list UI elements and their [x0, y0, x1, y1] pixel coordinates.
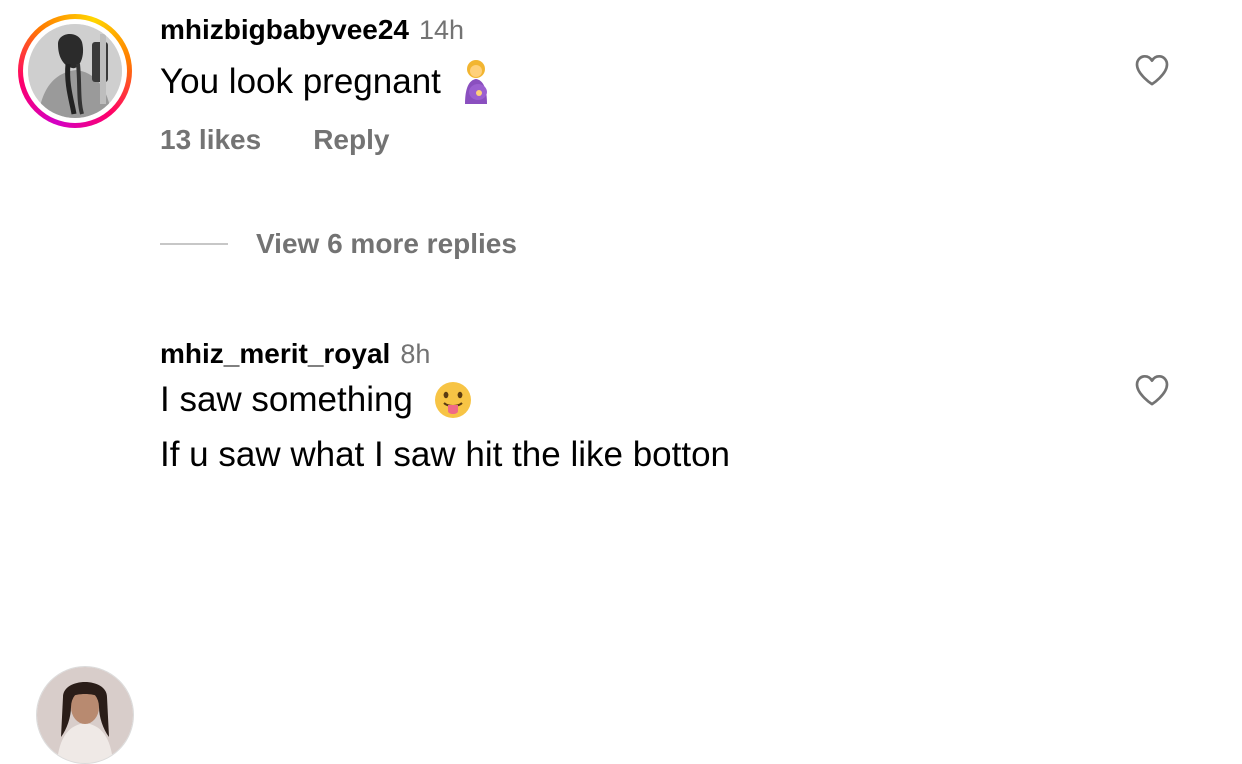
- timestamp: 8h: [400, 339, 431, 369]
- comment-text: You look pregnant: [160, 60, 491, 104]
- comment-text-content: I saw something: [160, 380, 413, 419]
- pregnant-woman-emoji: [464, 60, 487, 104]
- view-more-replies[interactable]: View 6 more replies: [160, 228, 517, 260]
- comment-item: mhizbigbabyvee24 14h You look pregnant 1…: [0, 0, 1242, 200]
- avatar[interactable]: [36, 666, 134, 764]
- heart-icon[interactable]: [1132, 50, 1172, 90]
- comment-text-content: If u saw what I saw hit the like botton: [160, 435, 731, 474]
- timestamp: 14h: [418, 15, 465, 45]
- avatar-story-ring[interactable]: [18, 14, 132, 128]
- comment-text-line2: If u saw what I saw hit the like botton: [160, 435, 730, 475]
- username[interactable]: mhizbigbabyvee24: [160, 14, 409, 46]
- likes-count[interactable]: 13 likes: [160, 124, 261, 156]
- heart-icon[interactable]: [1132, 370, 1172, 410]
- comment-text-content: You look pregnant: [160, 62, 441, 101]
- avatar: [28, 24, 122, 118]
- username[interactable]: mhiz_merit_royal: [160, 338, 390, 370]
- comment-actions: 13 likes Reply: [160, 124, 389, 156]
- view-more-replies-label[interactable]: View 6 more replies: [256, 228, 517, 260]
- comment-text: I saw something: [160, 380, 473, 420]
- comment-item: mhiz_merit_royal 8h I saw something If u…: [0, 330, 1242, 764]
- replies-divider: [160, 243, 228, 245]
- comment-header: mhiz_merit_royal 8h: [160, 338, 430, 370]
- comment-header: mhizbigbabyvee24 14h: [160, 14, 464, 46]
- reply-button[interactable]: Reply: [313, 124, 389, 156]
- tongue-out-emoji: [434, 382, 471, 418]
